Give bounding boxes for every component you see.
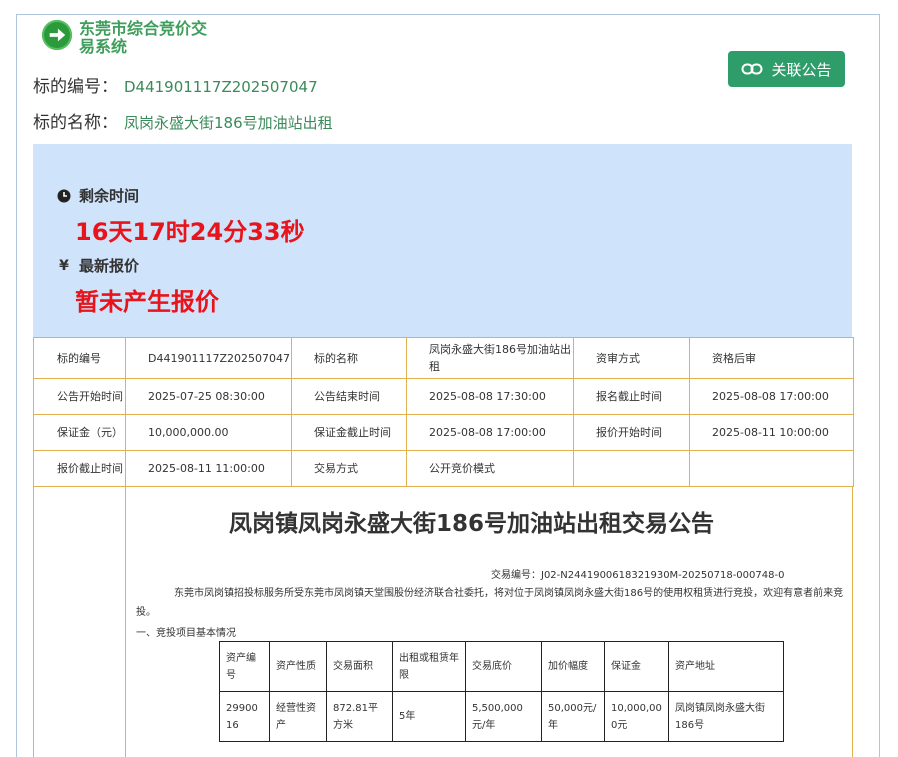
latest-price-value: 暂未产生报价	[75, 288, 219, 316]
table-row: 报价截止时间 2025-08-11 11:00:00 交易方式 公开竞价模式	[33, 450, 854, 487]
notice-paragraph: 东莞市凤岗镇招投标服务所受东莞市凤岗镇天堂围股份经济联合社委托，将对位于凤岗镇凤…	[136, 588, 844, 618]
asset-table: 资产编号 资产性质 交易面积 出租或租赁年限 交易底价 加价幅度 保证金 资产地…	[219, 641, 784, 742]
table-cell: 872.81平方米	[326, 691, 393, 742]
lot-info-table: 标的编号 D441901117Z202507047 标的名称 凤岗永盛大街186…	[33, 337, 854, 487]
table-cell: 标的名称	[291, 337, 407, 379]
table-cell: 公开竞价模式	[406, 450, 574, 487]
table-cell: 资格后审	[689, 337, 854, 379]
lot-name-value: 凤岗永盛大街186号加油站出租	[124, 114, 333, 132]
table-cell: 报名截止时间	[573, 378, 690, 415]
table-header-cell: 资产性质	[269, 641, 327, 692]
auction-status-panel: 剩余时间 16天17时24分33秒 ¥ 最新报价 暂未产生报价	[33, 144, 852, 337]
table-cell: 经营性资产	[269, 691, 327, 742]
table-header-cell: 保证金	[604, 641, 669, 692]
table-header-cell: 资产编号	[219, 641, 270, 692]
table-row: 保证金（元） 10,000,000.00 保证金截止时间 2025-08-08 …	[33, 414, 854, 451]
table-cell: 2025-08-08 17:00:00	[406, 414, 574, 451]
table-header-cell: 交易面积	[326, 641, 393, 692]
arrow-right-icon	[42, 20, 72, 50]
table-cell: 10,000,000.00	[125, 414, 292, 451]
table-cell: 2990016	[219, 691, 270, 742]
table-cell: 10,000,000元	[604, 691, 669, 742]
table-cell: 交易方式	[291, 450, 407, 487]
table-header-row: 资产编号 资产性质 交易面积 出租或租赁年限 交易底价 加价幅度 保证金 资产地…	[219, 641, 784, 692]
brand-title: 东莞市综合竞价交易系统	[79, 19, 208, 56]
table-header-cell: 交易底价	[465, 641, 542, 692]
lot-code-label: 标的编号：	[33, 77, 118, 97]
table-row: 2990016 经营性资产 872.81平方米 5年 5,500,000元/年 …	[219, 691, 784, 742]
table-cell: 2025-08-11 10:00:00	[689, 414, 854, 451]
table-cell: 2025-08-11 11:00:00	[125, 450, 292, 487]
table-header-cell: 出租或租赁年限	[392, 641, 466, 692]
table-cell	[573, 450, 690, 487]
table-row: 公告开始时间 2025-07-25 08:30:00 公告结束时间 2025-0…	[33, 378, 854, 415]
table-cell: 2025-08-08 17:00:00	[689, 378, 854, 415]
remaining-time-value: 16天17时24分33秒	[75, 218, 305, 246]
table-header-cell: 资产地址	[668, 641, 784, 692]
table-cell	[689, 450, 854, 487]
lot-name-row: 标的名称： 凤岗永盛大街186号加油站出租	[33, 108, 333, 133]
table-cell: 公告结束时间	[291, 378, 407, 415]
table-cell: 凤岗镇凤岗永盛大街186号	[668, 691, 784, 742]
table-cell: 报价开始时间	[573, 414, 690, 451]
table-header-cell: 加价幅度	[541, 641, 605, 692]
table-cell: 凤岗永盛大街186号加油站出租	[406, 337, 574, 379]
table-cell: 资审方式	[573, 337, 690, 379]
table-cell: 2025-08-08 17:30:00	[406, 378, 574, 415]
link-icon	[741, 63, 763, 75]
lot-name-label: 标的名称：	[33, 113, 118, 133]
table-cell: 2025-07-25 08:30:00	[125, 378, 292, 415]
table-row: 标的编号 D441901117Z202507047 标的名称 凤岗永盛大街186…	[33, 337, 854, 379]
table-cell: 标的编号	[33, 337, 126, 379]
table-cell: 5年	[392, 691, 466, 742]
table-cell: 保证金截止时间	[291, 414, 407, 451]
table-cell: 公告开始时间	[33, 378, 126, 415]
section-heading: 一、竞投项目基本情况	[136, 628, 236, 639]
yen-icon: ¥	[59, 257, 69, 274]
related-notice-button[interactable]: 关联公告	[728, 51, 845, 87]
clock-icon	[57, 189, 71, 203]
related-notice-label: 关联公告	[771, 60, 832, 79]
table-cell: 5,500,000元/年	[465, 691, 542, 742]
latest-price-label: ¥ 最新报价	[57, 255, 139, 276]
table-cell: 保证金（元）	[33, 414, 126, 451]
table-cell: D441901117Z202507047	[125, 337, 292, 379]
trade-number: 交易编号：J02-N2441900618321930M-20250718-000…	[491, 570, 785, 581]
lot-code-row: 标的编号： D441901117Z202507047	[33, 72, 318, 97]
brand-logo[interactable]: 东莞市综合竞价交易系统	[42, 20, 214, 56]
notice-title: 凤岗镇凤岗永盛大街186号加油站出租交易公告	[229, 511, 715, 537]
remaining-time-label: 剩余时间	[57, 185, 139, 206]
lot-code-value: D441901117Z202507047	[124, 78, 318, 96]
table-cell: 报价截止时间	[33, 450, 126, 487]
table-cell: 50,000元/年	[541, 691, 605, 742]
